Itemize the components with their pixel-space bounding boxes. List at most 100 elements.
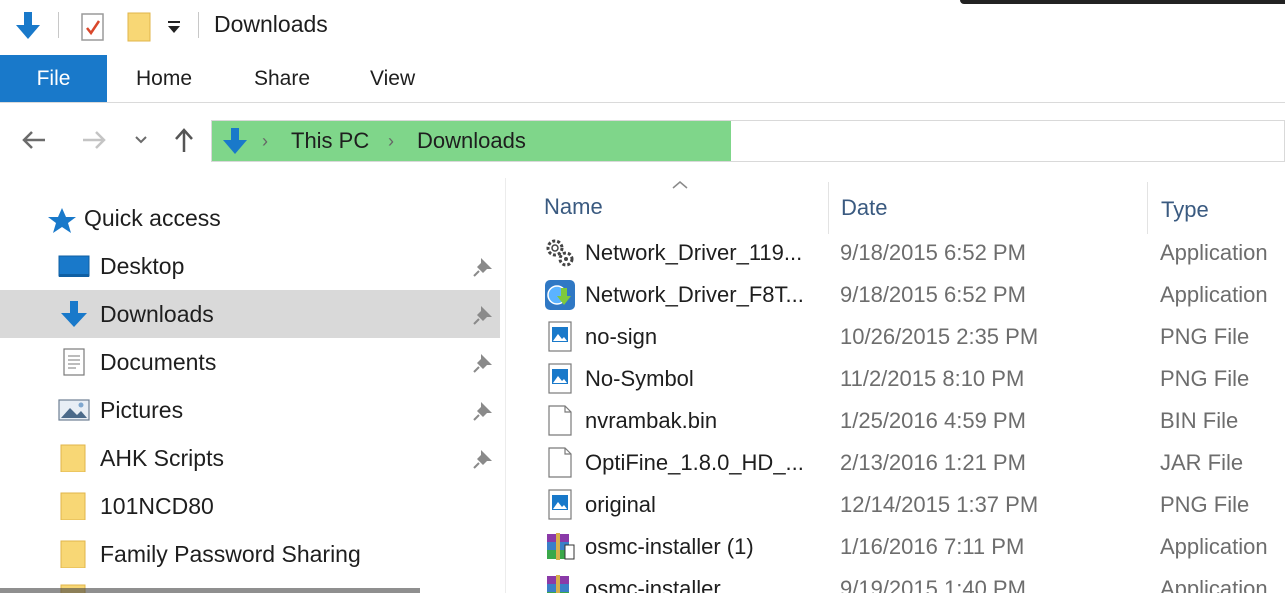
- column-separator[interactable]: [828, 182, 829, 234]
- file-row[interactable]: nvrambak.bin 1/25/2016 4:59 PM BIN File: [540, 401, 1285, 443]
- file-date: 10/26/2015 2:35 PM: [840, 324, 1039, 349]
- file-date: 12/14/2015 1:37 PM: [840, 492, 1039, 517]
- pane-divider[interactable]: [505, 178, 506, 593]
- image-file-icon: [548, 321, 572, 352]
- file-row[interactable]: osmc-installer (1) 1/16/2016 7:11 PM App…: [540, 527, 1285, 569]
- tab-view[interactable]: View: [370, 55, 415, 102]
- sidebar-item-label: Family Password Sharing: [100, 541, 361, 567]
- title-separator: [198, 12, 199, 38]
- up-arrow-icon: [175, 128, 193, 152]
- file-type: JAR File: [1160, 450, 1244, 475]
- window-edge-shadow: [0, 588, 420, 593]
- file-row[interactable]: original 12/14/2015 1:37 PM PNG File: [540, 485, 1285, 527]
- tab-file[interactable]: File: [0, 55, 107, 102]
- breadcrumb-chevron-icon[interactable]: ›: [262, 121, 268, 161]
- title-bar: Downloads: [0, 0, 1285, 54]
- breadcrumb-this-pc[interactable]: This PC: [291, 121, 369, 161]
- file-name: osmc-installer (1): [585, 534, 754, 559]
- breadcrumb-chevron-icon[interactable]: ›: [388, 121, 394, 161]
- sidebar-item-desktop[interactable]: Desktop: [0, 242, 500, 290]
- properties-icon[interactable]: [76, 8, 110, 46]
- sidebar-item-label: Downloads: [100, 301, 214, 327]
- file-type: PNG File: [1160, 492, 1250, 517]
- sort-ascending-icon: [672, 181, 688, 189]
- pictures-icon: [58, 399, 90, 421]
- column-separator[interactable]: [1147, 182, 1148, 234]
- desktop-icon: [58, 255, 90, 277]
- download-arrow-icon: [61, 301, 87, 327]
- pin-icon[interactable]: [472, 400, 494, 422]
- pin-icon[interactable]: [472, 448, 494, 470]
- image-file-icon: [548, 363, 572, 394]
- address-bar[interactable]: › This PC › Downloads: [211, 120, 1285, 162]
- tab-home[interactable]: Home: [136, 55, 192, 102]
- sidebar-item-label: Desktop: [100, 253, 185, 279]
- file-name: no-sign: [585, 324, 658, 349]
- blank-file-icon: [548, 405, 572, 436]
- file-date: 1/25/2016 4:59 PM: [840, 408, 1026, 433]
- setup-gear-icon: [546, 239, 574, 267]
- file-name: Network_Driver_F8T...: [585, 282, 804, 307]
- sidebar-item-ahk-scripts[interactable]: AHK Scripts: [0, 434, 500, 482]
- pin-icon[interactable]: [472, 352, 494, 374]
- forward-button[interactable]: [76, 120, 112, 160]
- sidebar-item-pictures[interactable]: Pictures: [0, 386, 500, 434]
- file-type: Application: [1160, 576, 1268, 593]
- window-edge-shadow: [960, 0, 1285, 4]
- location-download-icon: [220, 121, 250, 161]
- file-date: 9/18/2015 6:52 PM: [840, 282, 1026, 307]
- file-row[interactable]: osmc-installer 9/19/2015 1:40 PM Applica…: [540, 569, 1285, 593]
- file-name: Network_Driver_119...: [585, 240, 803, 265]
- file-row[interactable]: Network_Driver_119... 9/18/2015 6:52 PM …: [540, 233, 1285, 275]
- folder-icon: [60, 492, 86, 520]
- folder-icon: [60, 540, 86, 568]
- file-date: 1/16/2016 7:11 PM: [840, 534, 1025, 559]
- chevron-down-icon: [135, 136, 147, 144]
- sidebar-item-label: Pictures: [100, 397, 184, 423]
- customize-toolbar-icon[interactable]: [164, 14, 184, 40]
- folder-icon: [60, 444, 86, 472]
- sidebar-item-documents[interactable]: Documents: [0, 338, 500, 386]
- file-type: Application: [1160, 534, 1268, 559]
- new-folder-icon[interactable]: [122, 8, 156, 46]
- installer-globe-icon: [545, 280, 575, 310]
- sidebar-item-label: 101NCD80: [100, 493, 214, 519]
- breadcrumb-downloads[interactable]: Downloads: [417, 121, 526, 161]
- file-row[interactable]: no-sign 10/26/2015 2:35 PM PNG File: [540, 317, 1285, 359]
- file-name: No-Symbol: [585, 366, 694, 391]
- file-date: 9/18/2015 6:52 PM: [840, 240, 1026, 265]
- navigation-pane: Quick access Desktop Downloads Documents…: [0, 178, 505, 593]
- sidebar-item-family-password-sharing[interactable]: Family Password Sharing: [0, 530, 500, 578]
- up-button[interactable]: [168, 120, 200, 160]
- title-separator: [58, 12, 59, 38]
- back-button[interactable]: [16, 120, 52, 160]
- documents-icon: [63, 348, 85, 376]
- file-name: osmc-installer: [585, 576, 721, 593]
- sidebar-item-downloads[interactable]: Downloads: [0, 290, 500, 338]
- back-arrow-icon: [22, 131, 45, 149]
- file-type: BIN File: [1160, 408, 1239, 433]
- download-arrow-icon[interactable]: [10, 8, 46, 44]
- quick-access[interactable]: Quick access: [0, 194, 500, 242]
- image-file-icon: [548, 489, 572, 520]
- recent-locations-button[interactable]: [128, 120, 154, 160]
- file-row[interactable]: No-Symbol 11/2/2015 8:10 PM PNG File: [540, 359, 1285, 401]
- file-type: Application: [1160, 240, 1268, 265]
- ribbon-tabs: File Home Share View: [0, 54, 1285, 103]
- sidebar-item-101ncd80[interactable]: 101NCD80: [0, 482, 500, 530]
- tab-share[interactable]: Share: [254, 55, 310, 102]
- forward-arrow-icon: [83, 131, 106, 149]
- file-row[interactable]: Network_Driver_F8T... 9/18/2015 6:52 PM …: [540, 275, 1285, 317]
- file-type: PNG File: [1160, 324, 1250, 349]
- sidebar-item-label: AHK Scripts: [100, 445, 224, 471]
- sidebar-item-label: Documents: [100, 349, 217, 375]
- pin-icon[interactable]: [472, 304, 494, 326]
- file-name: original: [585, 492, 656, 517]
- file-type: PNG File: [1160, 366, 1250, 391]
- pin-icon[interactable]: [472, 256, 494, 278]
- file-name: nvrambak.bin: [585, 408, 718, 433]
- quick-access-label: Quick access: [84, 205, 221, 231]
- archive-installer-icon: [547, 575, 569, 593]
- blank-file-icon: [548, 447, 572, 478]
- file-row[interactable]: OptiFine_1.8.0_HD_... 2/13/2016 1:21 PM …: [540, 443, 1285, 485]
